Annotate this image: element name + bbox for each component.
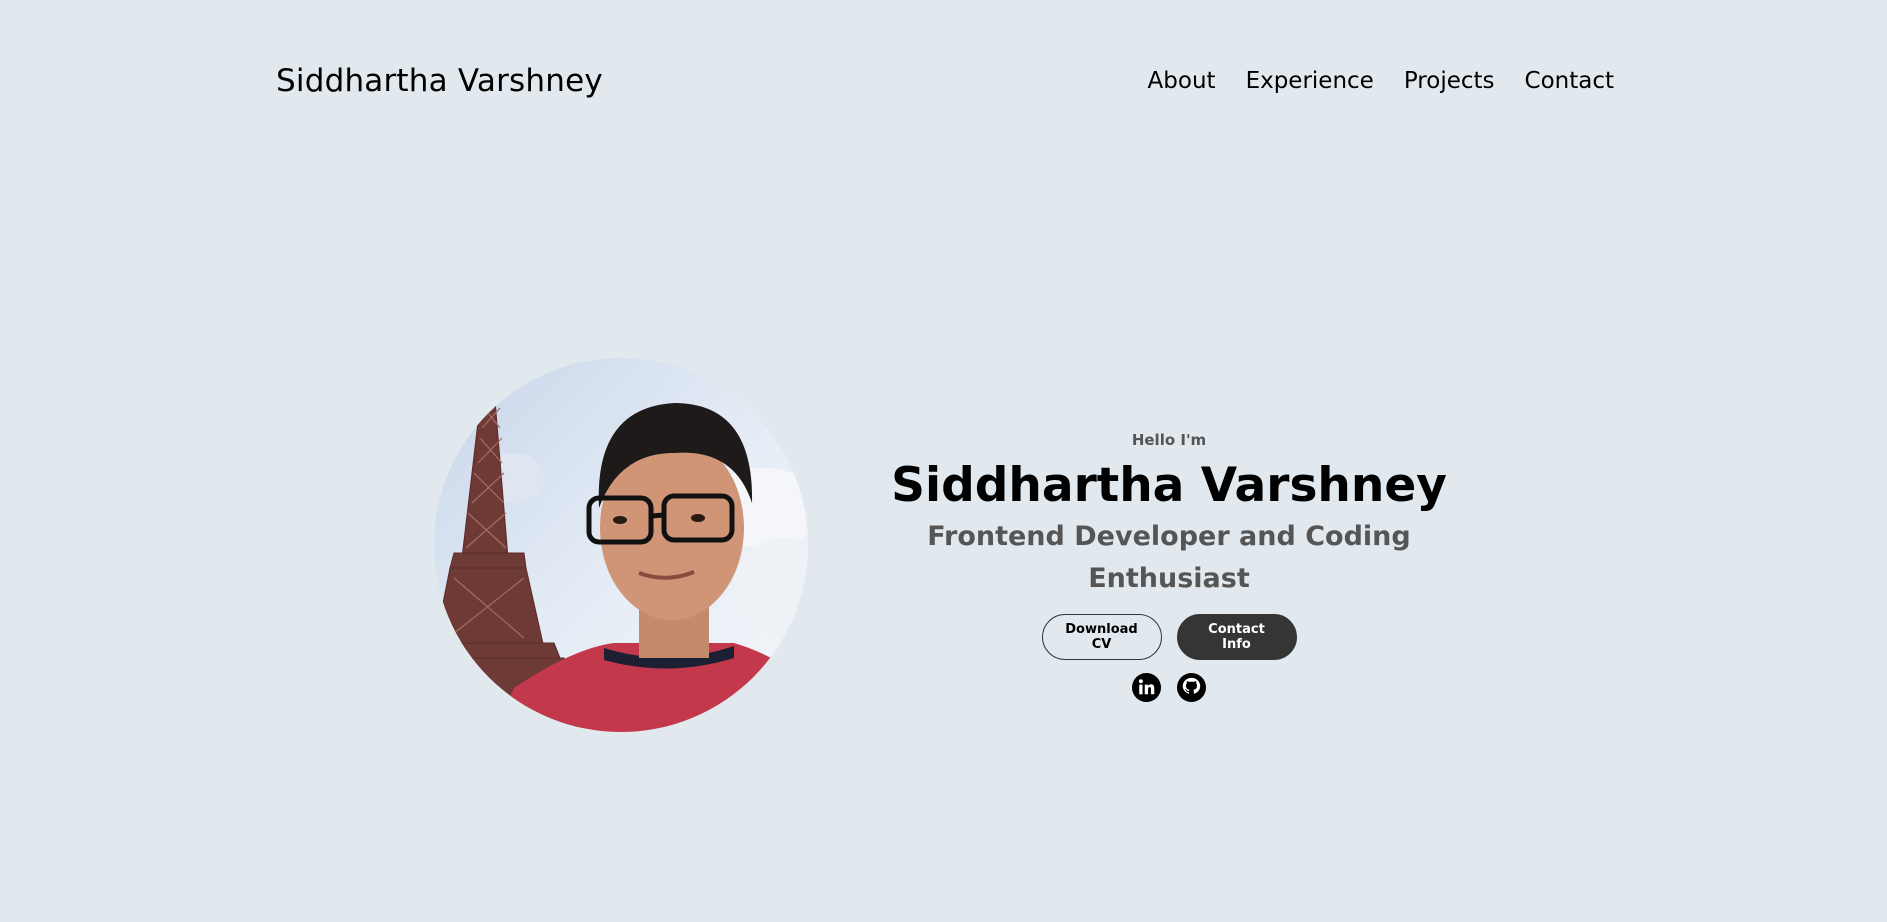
nav-link-contact[interactable]: Contact <box>1525 68 1614 94</box>
profile-photo-illustration <box>434 387 808 732</box>
contact-info-button[interactable]: Contact Info <box>1176 614 1297 660</box>
nav-link-about[interactable]: About <box>1148 68 1216 94</box>
linkedin-icon[interactable] <box>1131 672 1162 703</box>
hero-name: Siddhartha Varshney <box>891 458 1447 513</box>
nav-link-projects[interactable]: Projects <box>1404 68 1495 94</box>
greeting-text: Hello I'm <box>1131 431 1207 449</box>
social-links <box>869 672 1469 703</box>
site-header: Siddhartha Varshney About Experience Pro… <box>276 56 1614 106</box>
hero-role: Frontend Developer and Coding Enthusiast <box>927 521 1411 594</box>
download-cv-button[interactable]: Download CV <box>1041 614 1162 660</box>
github-icon[interactable] <box>1176 672 1207 703</box>
nav-link-experience[interactable]: Experience <box>1246 68 1374 94</box>
hero-buttons: Download CV Contact Info <box>869 614 1469 660</box>
nav-links: About Experience Projects Contact <box>1148 68 1614 94</box>
profile-picture <box>434 358 808 732</box>
site-logo[interactable]: Siddhartha Varshney <box>276 63 603 99</box>
hero-section: Hello I'm Siddhartha Varshney Frontend D… <box>869 428 1469 703</box>
